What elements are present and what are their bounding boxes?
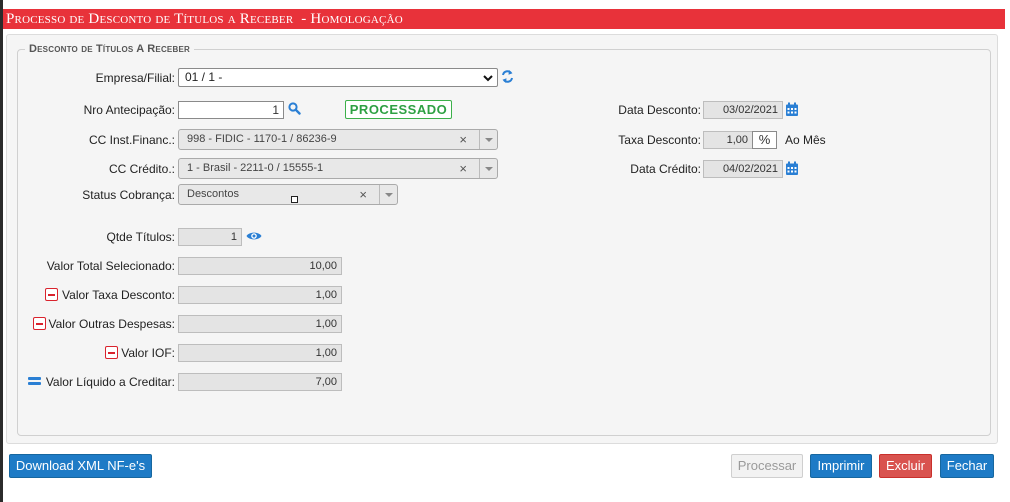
- cc-inst-financ-select[interactable]: 998 - FIDIC - 1170-1 / 86236-9 ×: [178, 129, 498, 150]
- calendar-icon[interactable]: [785, 102, 799, 117]
- download-xml-button[interactable]: Download XML NF-e's: [9, 454, 152, 478]
- cc-credito-label: CC Crédito.:: [108, 162, 175, 176]
- clear-icon[interactable]: ×: [359, 185, 367, 204]
- status-cobranca-select[interactable]: Descontos ×: [178, 184, 398, 205]
- title-bar: Processo de Desconto de Títulos a Recebe…: [3, 9, 1005, 29]
- chevron-down-icon[interactable]: [479, 159, 497, 178]
- chevron-down-icon[interactable]: [479, 130, 497, 149]
- minus-icon: [33, 317, 46, 330]
- imprimir-button[interactable]: Imprimir: [810, 454, 872, 478]
- excluir-button[interactable]: Excluir: [879, 454, 932, 478]
- calendar-icon[interactable]: [785, 161, 799, 176]
- data-credito-label: Data Crédito:: [630, 162, 701, 176]
- minus-icon: [45, 288, 58, 301]
- nro-antecipacao-label: Nro Antecipação:: [83, 103, 175, 117]
- equals-icon: [28, 377, 41, 385]
- percent-addon: %: [752, 131, 777, 149]
- status-cobranca-value: Descontos: [187, 188, 239, 200]
- status-cobranca-label: Status Cobrança:: [82, 188, 175, 202]
- valor-liquido-label: Valor Líquido a Creditar:: [45, 375, 175, 389]
- cc-inst-financ-value: 998 - FIDIC - 1170-1 / 86236-9: [187, 133, 337, 145]
- valor-liquido-input: 7,00: [178, 373, 342, 391]
- valor-iof-label: Valor IOF:: [121, 346, 175, 360]
- qtde-titulos-label: Qtde Títulos:: [106, 230, 175, 244]
- clear-icon[interactable]: ×: [459, 159, 467, 178]
- minus-icon: [105, 346, 118, 359]
- chevron-down-icon[interactable]: [379, 185, 397, 204]
- page-title: Processo de Desconto de Títulos a Recebe…: [6, 11, 294, 27]
- processar-button[interactable]: Processar: [731, 454, 803, 478]
- cc-inst-financ-label: CC Inst.Financ.:: [88, 133, 175, 147]
- valor-taxa-input: 1,00: [178, 286, 342, 304]
- status-badge: PROCESSADO: [345, 100, 452, 119]
- cc-credito-select[interactable]: 1 - Brasil - 2211-0 / 15555-1 ×: [178, 158, 498, 179]
- refresh-icon[interactable]: [501, 69, 514, 84]
- valor-outras-label: Valor Outras Despesas:: [48, 317, 176, 331]
- chevron-down-icon: [483, 75, 493, 82]
- nro-antecipacao-input[interactable]: 1: [178, 101, 284, 119]
- valor-outras-input: 1,00: [178, 315, 342, 333]
- valor-taxa-label: Valor Taxa Desconto:: [62, 288, 175, 302]
- data-desconto-label: Data Desconto:: [618, 103, 701, 117]
- valor-total-label: Valor Total Selecionado:: [46, 259, 175, 273]
- empresa-value: 01 / 1 -: [185, 70, 223, 84]
- fechar-button[interactable]: Fechar: [940, 454, 994, 478]
- cc-credito-value: 1 - Brasil - 2211-0 / 15555-1: [187, 162, 324, 174]
- taxa-period-label: Ao Mês: [785, 133, 826, 147]
- qtde-titulos-input: 1: [178, 228, 242, 246]
- taxa-desconto-label: Taxa Desconto:: [618, 133, 701, 147]
- valor-total-input: 10,00: [178, 257, 342, 275]
- mouse-cursor: [291, 196, 298, 203]
- data-desconto-input[interactable]: 03/02/2021: [703, 101, 783, 119]
- data-credito-input[interactable]: 04/02/2021: [703, 160, 783, 178]
- environment-label: - Homologação: [301, 11, 403, 27]
- clear-icon[interactable]: ×: [459, 130, 467, 149]
- window-left-edge: [0, 0, 3, 502]
- valor-iof-input: 1,00: [178, 344, 342, 362]
- section-legend: Desconto de Títulos A Receber: [25, 43, 194, 55]
- eye-icon[interactable]: [246, 230, 262, 242]
- taxa-desconto-input[interactable]: 1,00: [703, 131, 753, 149]
- empresa-select[interactable]: 01 / 1 -: [178, 68, 498, 87]
- search-icon[interactable]: [288, 102, 301, 115]
- empresa-label: Empresa/Filial:: [95, 71, 175, 85]
